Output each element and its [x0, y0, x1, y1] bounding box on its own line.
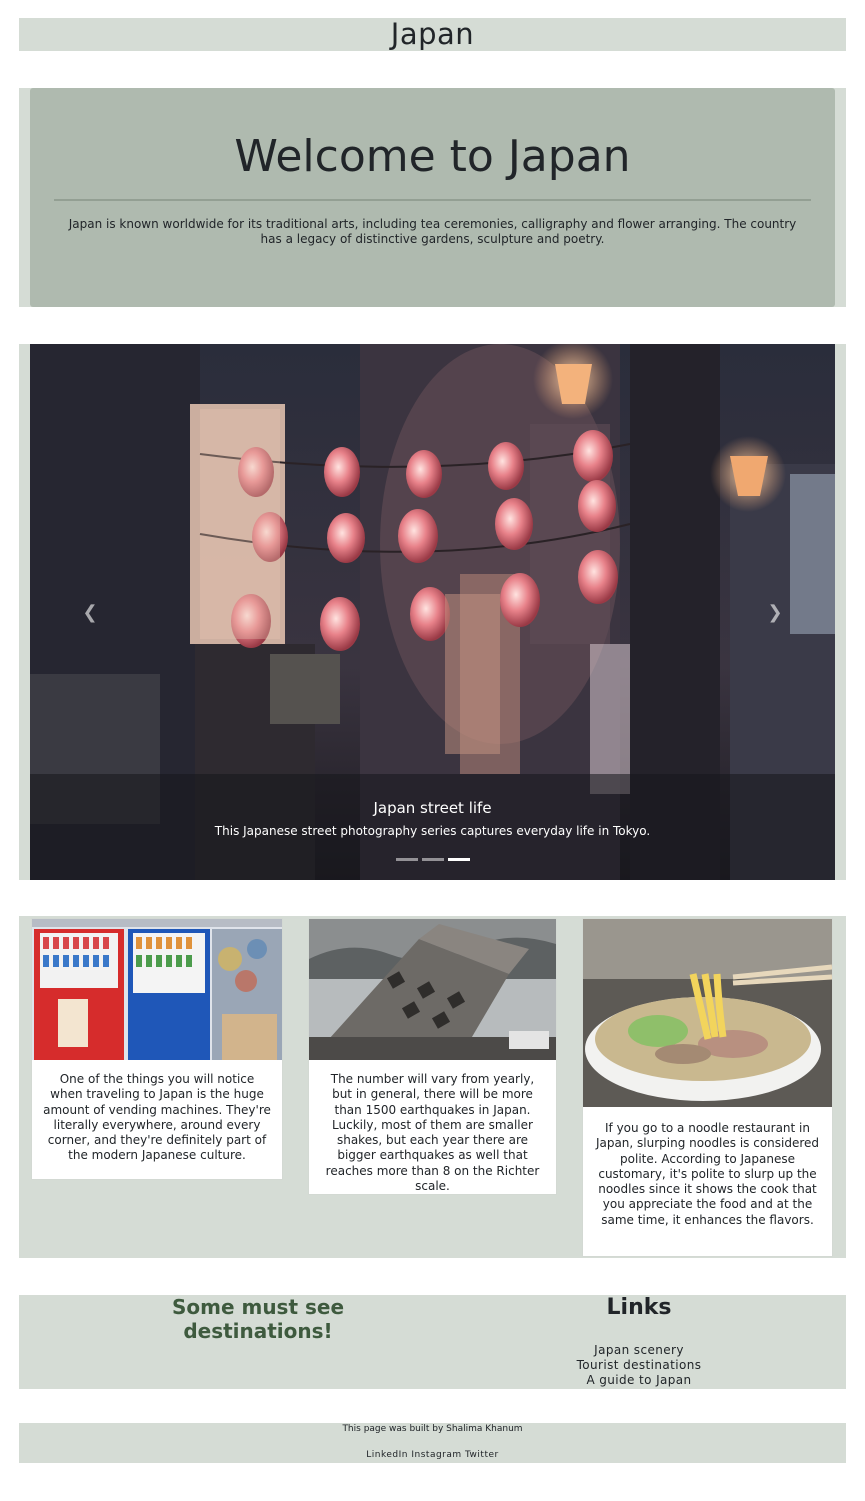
page-title: Japan: [390, 17, 475, 51]
card-earthquakes: The number will vary from yearly, but in…: [308, 918, 557, 1195]
chevron-right-icon: ❯: [767, 601, 783, 623]
hero-text: Japan is known worldwide for its traditi…: [68, 217, 797, 246]
carousel-caption-text: This Japanese street photography series …: [214, 824, 651, 838]
card-text: If you go to a noodle restaurant in Japa…: [595, 1121, 820, 1227]
destinations-heading: Some must see destinations!: [171, 1295, 345, 1343]
site-header: Japan: [19, 18, 846, 51]
link-guide-to-japan[interactable]: A guide to Japan: [539, 1373, 739, 1388]
facts-cards-section: One of the things you will notice when t…: [19, 916, 846, 1258]
card-vending-machines: One of the things you will notice when t…: [31, 918, 283, 1180]
links-section: Some must see destinations! Links Japan …: [19, 1295, 846, 1389]
hero-divider: [54, 199, 811, 201]
hero-section: Welcome to Japan Japan is known worldwid…: [19, 88, 846, 307]
link-japan-scenery[interactable]: Japan scenery: [539, 1343, 739, 1358]
card-text: One of the things you will notice when t…: [43, 1072, 271, 1163]
twitter-link[interactable]: Twitter: [465, 1450, 499, 1460]
hero-heading: Welcome to Japan: [234, 131, 631, 182]
linkedin-link[interactable]: LinkedIn: [366, 1450, 408, 1460]
instagram-link[interactable]: Instagram: [411, 1450, 461, 1460]
links-list: Japan scenery Tourist destinations A gui…: [539, 1343, 739, 1388]
ramen-bowl-photo: [583, 919, 832, 1107]
carousel-indicator-1[interactable]: [395, 858, 418, 861]
carousel-section: ❮ ❯ Japan street life This Japanese stre…: [19, 344, 846, 880]
hero-jumbotron: Welcome to Japan Japan is known worldwid…: [30, 88, 835, 307]
carousel-indicator-2[interactable]: [421, 858, 444, 861]
chevron-left-icon: ❮: [82, 601, 98, 623]
carousel-indicators: [30, 858, 835, 861]
card-noodles: If you go to a noodle restaurant in Japa…: [582, 918, 833, 1257]
vending-machines-photo: [32, 919, 282, 1060]
carousel-caption-title: Japan street life: [373, 799, 492, 817]
footer-social-links: LinkedIn Instagram Twitter: [19, 1449, 846, 1461]
link-tourist-destinations[interactable]: Tourist destinations: [539, 1358, 739, 1373]
site-footer: This page was built by Shalima Khanum Li…: [19, 1423, 846, 1463]
carousel-indicator-3[interactable]: [447, 858, 470, 861]
links-heading: Links: [606, 1295, 672, 1320]
footer-credit: This page was built by Shalima Khanum: [342, 1424, 523, 1434]
card-text: The number will vary from yearly, but in…: [325, 1072, 540, 1194]
photo-carousel[interactable]: ❮ ❯ Japan street life This Japanese stre…: [30, 344, 835, 880]
collapsed-building-photo: [309, 919, 556, 1060]
